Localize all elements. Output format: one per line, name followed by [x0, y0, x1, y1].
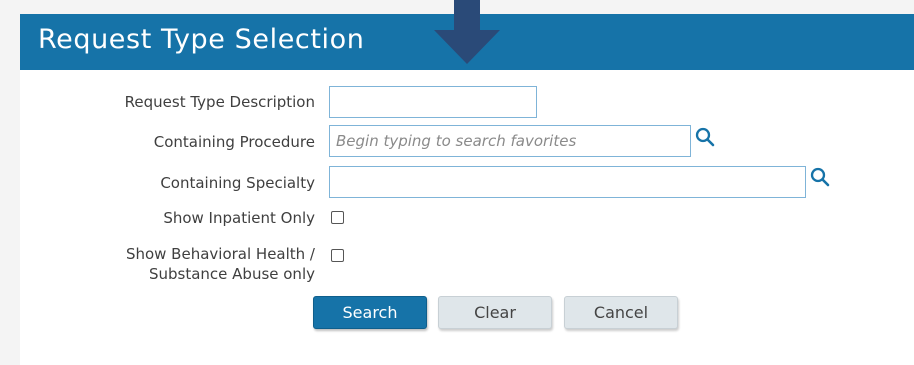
procedure-search-icon[interactable] [695, 127, 715, 147]
specialty-search-icon[interactable] [810, 167, 830, 187]
left-gutter [0, 0, 20, 365]
containing-procedure-input[interactable] [329, 125, 691, 157]
show-behavioral-health-label-line1: Show Behavioral Health / [125, 245, 315, 263]
cancel-button[interactable]: Cancel [564, 296, 678, 329]
containing-procedure-label: Containing Procedure [153, 133, 315, 151]
request-type-description-label: Request Type Description [124, 93, 315, 111]
show-behavioral-health-checkbox[interactable] [331, 249, 344, 262]
show-inpatient-only-label: Show Inpatient Only [163, 209, 315, 227]
search-button[interactable]: Search [313, 296, 427, 329]
clear-button[interactable]: Clear [438, 296, 552, 329]
containing-specialty-input[interactable] [329, 166, 806, 198]
request-type-description-input[interactable] [329, 86, 537, 118]
containing-specialty-label: Containing Specialty [160, 174, 315, 192]
down-arrow-icon [434, 0, 500, 64]
show-inpatient-only-checkbox[interactable] [331, 211, 344, 224]
show-behavioral-health-label: Show Behavioral Health / Substance Abuse… [126, 244, 315, 284]
page-title: Request Type Selection [38, 24, 365, 55]
show-behavioral-health-label-line2: Substance Abuse only [148, 265, 315, 283]
